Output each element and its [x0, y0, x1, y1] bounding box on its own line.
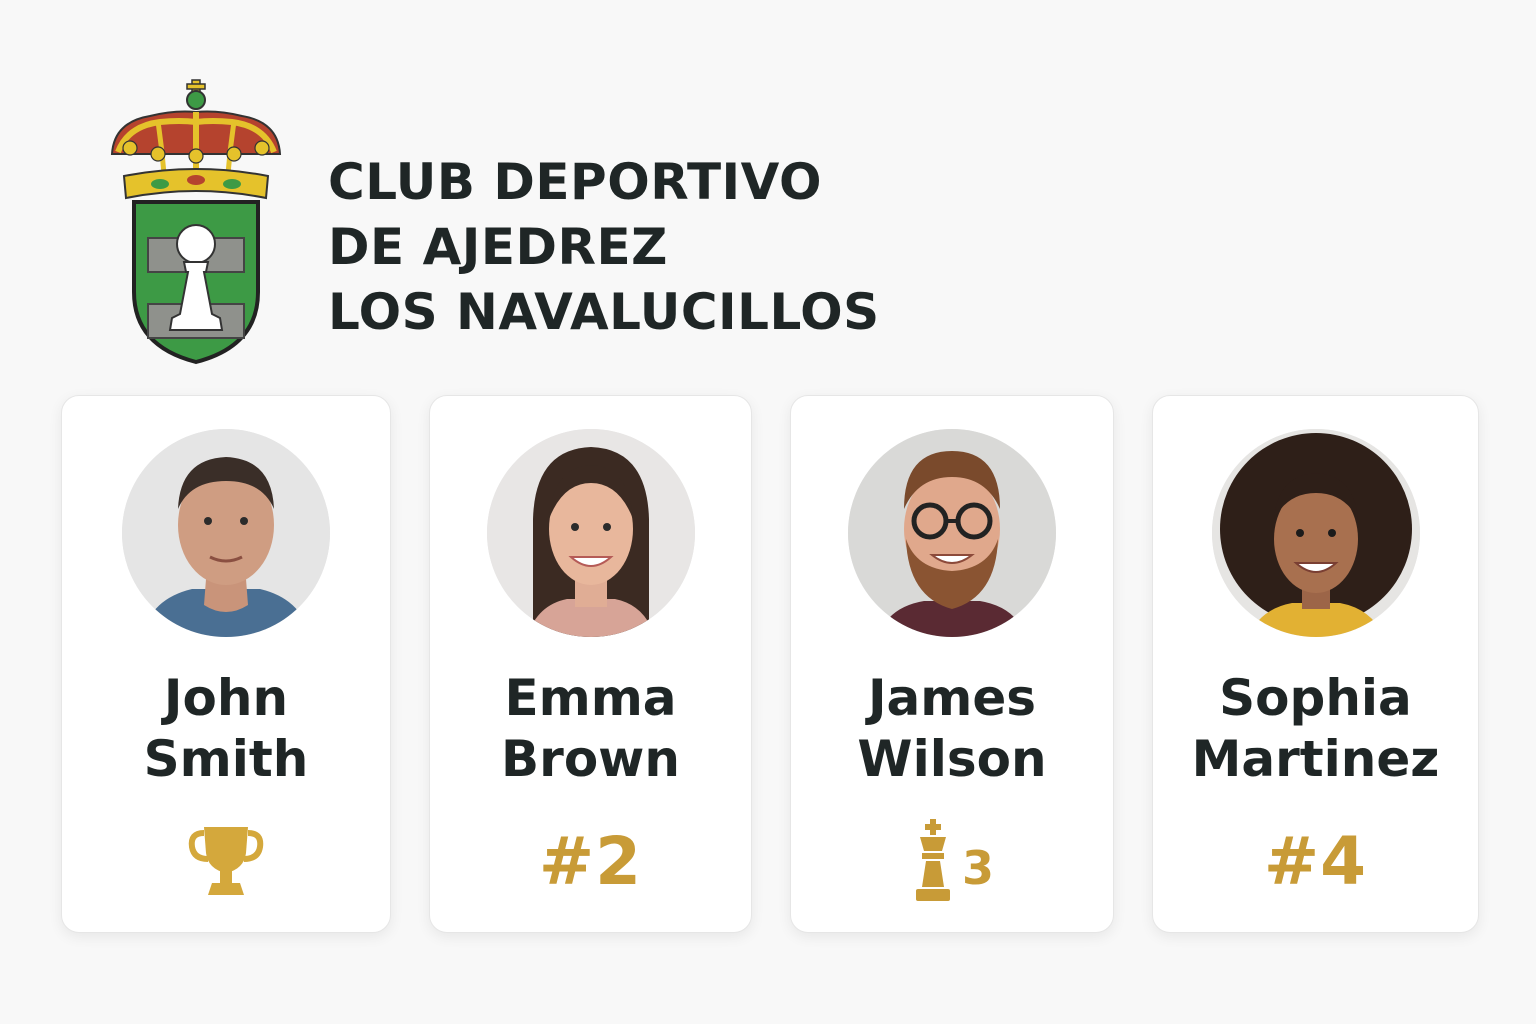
player-first-name: Emma [504, 669, 677, 727]
rank-label: #2 [538, 822, 643, 900]
avatar [486, 429, 695, 637]
player-card-sophia-martinez[interactable]: Sophia Martinez #4 [1152, 395, 1479, 933]
club-title-line-3: LOS NAVALUCILLOS [328, 283, 880, 341]
player-name: John Smith [62, 668, 390, 790]
rank-label: 3 [961, 841, 994, 895]
chess-king-icon [915, 819, 950, 901]
rank-badge: 3 [791, 816, 1113, 906]
avatar [848, 429, 1056, 637]
player-first-name: James [867, 669, 1037, 727]
page: CLUB DEPORTIVO DE AJEDREZ LOS NAVALUCILL… [0, 0, 1536, 1024]
person-avatar-icon [122, 429, 330, 637]
player-card-james-wilson[interactable]: James Wilson 3 [790, 395, 1114, 933]
person-avatar-icon [848, 429, 1056, 637]
person-avatar-icon [1211, 429, 1420, 637]
club-title-line-1: CLUB DEPORTIVO [328, 153, 822, 211]
rank-label: #4 [1263, 822, 1368, 900]
player-last-name: Martinez [1191, 730, 1440, 788]
rank-badge: #2 [430, 816, 751, 906]
player-last-name: Smith [143, 730, 309, 788]
player-last-name: Wilson [857, 730, 1047, 788]
player-last-name: Brown [501, 730, 680, 788]
trophy-icon [188, 827, 264, 895]
player-name: James Wilson [791, 668, 1113, 790]
player-name: Sophia Martinez [1153, 668, 1478, 790]
player-card-john-smith[interactable]: John Smith [61, 395, 391, 933]
coat-of-arms-pawn-icon [110, 79, 282, 365]
avatar [122, 429, 330, 637]
club-title-line-2: DE AJEDREZ [328, 218, 668, 276]
player-name: Emma Brown [430, 668, 751, 790]
rank-badge [62, 816, 390, 906]
rank-badge: #4 [1153, 816, 1478, 906]
club-crest [98, 78, 294, 368]
player-first-name: Sophia [1219, 669, 1412, 727]
person-avatar-icon [486, 429, 695, 637]
player-first-name: John [163, 669, 289, 727]
club-title: CLUB DEPORTIVO DE AJEDREZ LOS NAVALUCILL… [328, 150, 880, 345]
avatar [1211, 429, 1420, 637]
player-card-emma-brown[interactable]: Emma Brown #2 [429, 395, 752, 933]
